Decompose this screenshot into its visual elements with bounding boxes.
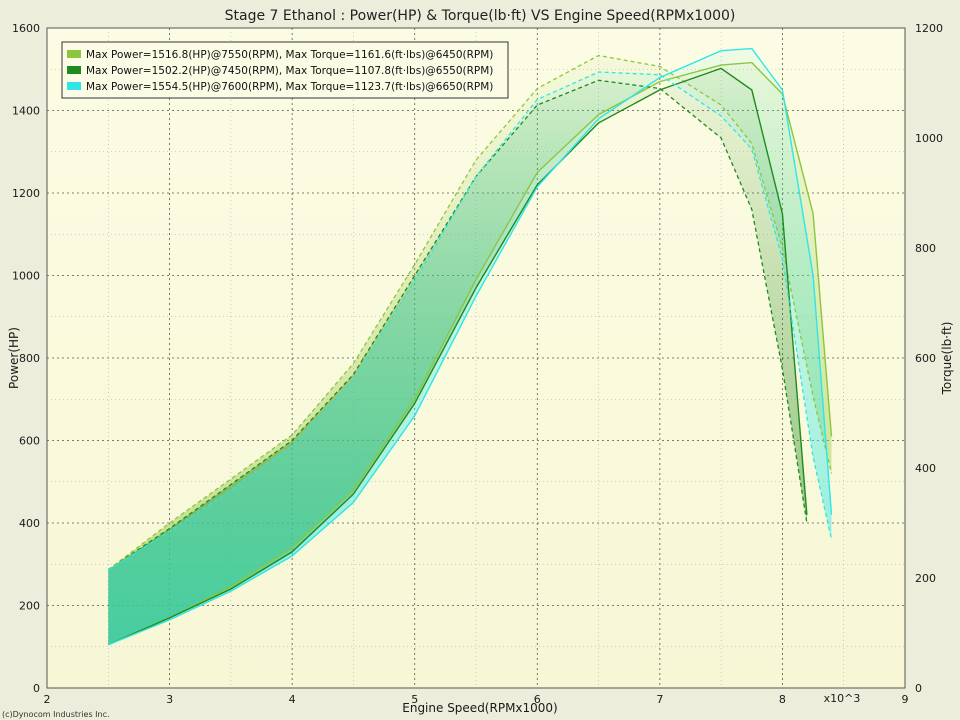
y-right-tick-label: 200 bbox=[915, 572, 936, 585]
x-axis-title: Engine Speed(RPMx1000) bbox=[402, 701, 558, 715]
y-right-tick-label: 800 bbox=[915, 242, 936, 255]
y-right-tick-label: 1200 bbox=[915, 22, 943, 35]
y-left-tick-label: 1000 bbox=[12, 270, 40, 283]
legend-swatch bbox=[67, 82, 81, 90]
y-left-tick-label: 800 bbox=[19, 352, 40, 365]
y-left-tick-label: 400 bbox=[19, 517, 40, 530]
y-left-tick-label: 1200 bbox=[12, 187, 40, 200]
y-left-tick-label: 0 bbox=[33, 682, 40, 695]
x-tick-label: 8 bbox=[779, 693, 786, 706]
x-tick-label: 3 bbox=[166, 693, 173, 706]
legend-entry: Max Power=1502.2(HP)@7450(RPM), Max Torq… bbox=[86, 65, 493, 77]
chart-title: Stage 7 Ethanol : Power(HP) & Torque(lb·… bbox=[225, 8, 736, 24]
legend-entry: Max Power=1516.8(HP)@7550(RPM), Max Torq… bbox=[86, 49, 493, 61]
x-tick-label: 9 bbox=[902, 693, 909, 706]
copyright-text: (c)Dynocom Industries Inc. bbox=[2, 710, 110, 719]
y-right-tick-label: 400 bbox=[915, 462, 936, 475]
x-tick-label: 7 bbox=[656, 693, 663, 706]
x-tick-label: 2 bbox=[44, 693, 51, 706]
y-left-tick-label: 1400 bbox=[12, 105, 40, 118]
y-left-tick-label: 600 bbox=[19, 435, 40, 448]
x-tick-label: 4 bbox=[289, 693, 296, 706]
y-right-tick-label: 0 bbox=[915, 682, 922, 695]
legend: Max Power=1516.8(HP)@7550(RPM), Max Torq… bbox=[61, 41, 509, 99]
y-axis-right-title: Torque(lb·ft) bbox=[940, 322, 954, 396]
legend-swatch bbox=[67, 50, 81, 58]
x-multiplier-label: x10^3 bbox=[824, 692, 861, 705]
y-right-tick-label: 600 bbox=[915, 352, 936, 365]
y-axis-left-title: Power(HP) bbox=[7, 327, 21, 389]
chart-canvas: 2 3 4 5 6 7 8 902004006008001000120014001600020… bbox=[2, 8, 954, 719]
dyno-chart: 2 3 4 5 6 7 8 9 0 200 400 600 800 1000 1200 1400 1600 0 20… bbox=[0, 0, 960, 720]
y-right-tick-label: 1000 bbox=[915, 132, 943, 145]
y-left-tick-label: 1600 bbox=[12, 22, 40, 35]
legend-swatch bbox=[67, 66, 81, 74]
y-left-tick-label: 200 bbox=[19, 600, 40, 613]
legend-entry: Max Power=1554.5(HP)@7600(RPM), Max Torq… bbox=[86, 81, 493, 93]
